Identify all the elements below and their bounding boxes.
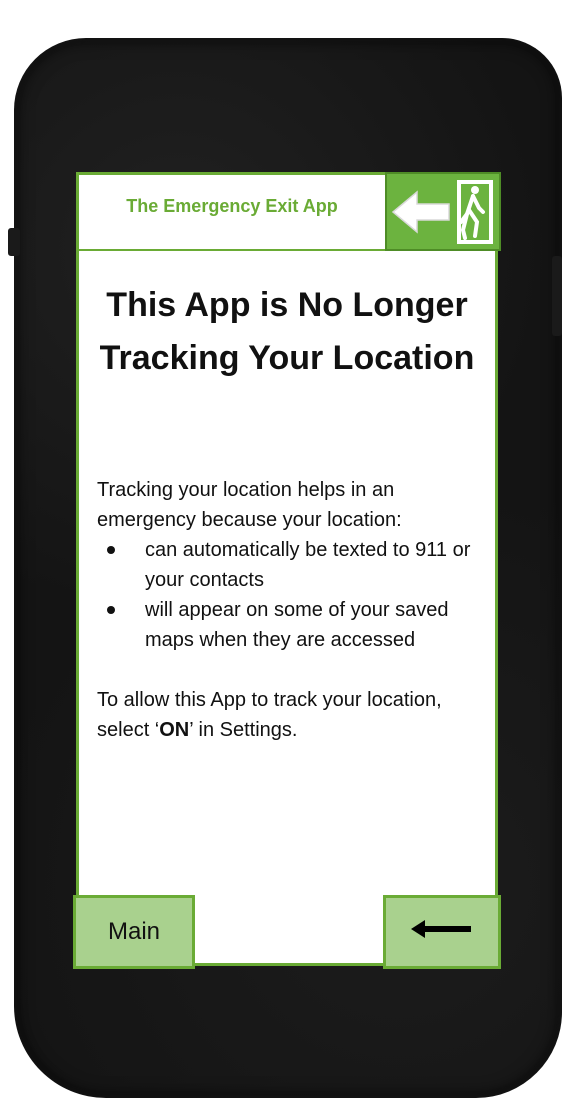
- settings-suffix: ’ in Settings.: [189, 719, 298, 741]
- list-item-text: will appear on some of your saved maps w…: [145, 599, 449, 651]
- back-button[interactable]: [383, 895, 501, 969]
- reason-list: can automatically be texted to 911 or yo…: [97, 535, 489, 655]
- settings-keyword: ON: [159, 719, 190, 741]
- main-button-label: Main: [107, 918, 161, 945]
- app-screen: The Emergency Exit App This App is No Lo…: [73, 172, 501, 969]
- page-title: This App is No Longer Tracking Your Loca…: [99, 286, 475, 377]
- phone-side-button-right: [552, 256, 562, 336]
- intro-text: Tracking your location helps in an emerg…: [97, 479, 402, 531]
- info-text: Tracking your location helps in an emerg…: [97, 475, 489, 745]
- app-title: The Emergency Exit App: [126, 195, 338, 216]
- phone-side-button-left: [8, 228, 20, 256]
- list-item-text: can automatically be texted to 911 or yo…: [145, 539, 471, 591]
- settings-instruction: To allow this App to track your location…: [97, 685, 489, 745]
- bullet-icon: [107, 546, 115, 554]
- list-item: will appear on some of your saved maps w…: [97, 595, 489, 655]
- arrow-left-icon: [411, 918, 473, 947]
- app-header: The Emergency Exit App: [79, 175, 385, 251]
- list-item: can automatically be texted to 911 or yo…: [97, 535, 489, 595]
- bullet-icon: [107, 606, 115, 614]
- main-button[interactable]: Main: [73, 895, 195, 969]
- stage: The Emergency Exit App This App is No Lo…: [0, 0, 573, 1112]
- emergency-exit-icon: [385, 172, 501, 251]
